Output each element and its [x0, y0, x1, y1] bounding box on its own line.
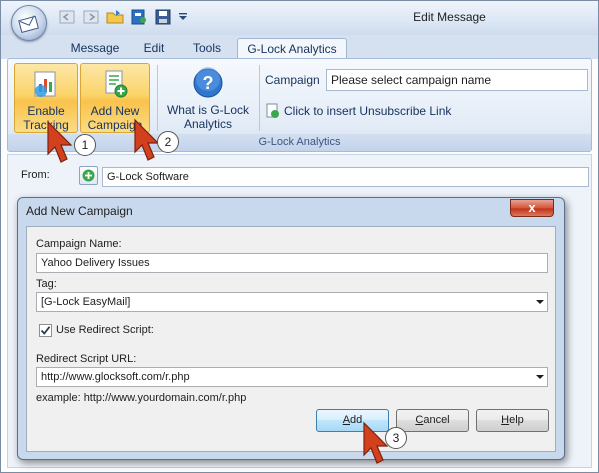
dialog-close-button[interactable]: x	[510, 199, 554, 217]
tab-glock-analytics[interactable]: G-Lock Analytics	[237, 38, 347, 59]
tag-value: [G-Lock EasyMail]	[41, 296, 131, 308]
enable-tracking-label-1: Enable	[27, 104, 65, 118]
dialog-title: Add New Campaign	[26, 204, 133, 218]
pointer-arrow-1-icon	[47, 120, 73, 163]
insert-unsubscribe-link[interactable]: Click to insert Unsubscribe Link	[266, 103, 451, 119]
tab-tools[interactable]: Tools	[184, 38, 230, 59]
app-menu-button[interactable]	[11, 5, 47, 41]
callout-badge-3: 3	[385, 427, 407, 449]
svg-text:?: ?	[203, 73, 214, 93]
tab-message[interactable]: Message	[65, 38, 125, 59]
window-title: Edit Message	[413, 10, 486, 24]
unsubscribe-link-label: Click to insert Unsubscribe Link	[284, 104, 452, 118]
help-question-icon: ?	[193, 67, 223, 98]
redirect-url-value: http://www.glocksoft.com/r.php	[41, 371, 190, 383]
use-redirect-checkbox[interactable]	[39, 324, 52, 337]
add-campaign-icon	[105, 70, 128, 98]
add-new-campaign-dialog: Add New Campaign x Campaign Name: Yahoo …	[17, 197, 565, 460]
envelope-icon	[18, 15, 39, 33]
ribbon-tabs: Message Edit Tools G-Lock Analytics	[1, 35, 598, 59]
add-new-campaign-label-1: Add New	[90, 104, 140, 118]
campaign-select[interactable]: Please select campaign name	[326, 69, 588, 91]
chevron-down-icon	[536, 375, 544, 379]
from-field[interactable]: G-Lock Software	[102, 167, 589, 187]
plus-icon	[82, 169, 95, 182]
from-label: From:	[21, 169, 50, 181]
application-window: Edit Message Message Edit Tools G-Lock A…	[0, 0, 599, 473]
what-is-glock-analytics-button[interactable]: ? What is G-Lock Analytics	[160, 63, 256, 133]
callout-badge-1: 1	[74, 134, 96, 156]
tag-label: Tag:	[36, 278, 57, 290]
campaign-name-input[interactable]: Yahoo Delivery Issues	[36, 253, 548, 273]
campaign-label: Campaign	[265, 73, 320, 87]
what-is-label-2: Analytics	[183, 117, 233, 131]
unsubscribe-link-icon	[266, 103, 279, 118]
checkmark-icon	[40, 326, 51, 335]
campaign-name-label: Campaign Name:	[36, 238, 122, 250]
redirect-example-text: example: http://www.yourdomain.com/r.php	[36, 392, 247, 404]
chevron-down-icon	[536, 300, 544, 304]
tracking-chart-icon	[34, 71, 56, 97]
what-is-label-1: What is G-Lock	[166, 103, 250, 117]
ribbon-panel: Enable Tracking Add New Campaign ? What …	[7, 58, 592, 152]
redirect-url-combobox[interactable]: http://www.glocksoft.com/r.php	[36, 367, 548, 387]
pointer-arrow-3-icon	[363, 421, 389, 464]
ribbon-separator	[259, 65, 260, 131]
tag-combobox[interactable]: [G-Lock EasyMail]	[36, 292, 548, 312]
cancel-button[interactable]: Cancel	[396, 409, 469, 432]
add-sender-button[interactable]	[79, 166, 98, 185]
dialog-body: Campaign Name: Yahoo Delivery Issues Tag…	[26, 226, 556, 452]
callout-badge-2: 2	[157, 131, 179, 153]
help-button[interactable]: Help	[476, 409, 549, 432]
title-bar: Edit Message	[1, 1, 598, 35]
use-redirect-label: Use Redirect Script:	[56, 324, 154, 336]
redirect-url-label: Redirect Script URL:	[36, 353, 137, 365]
tab-edit[interactable]: Edit	[137, 38, 171, 59]
